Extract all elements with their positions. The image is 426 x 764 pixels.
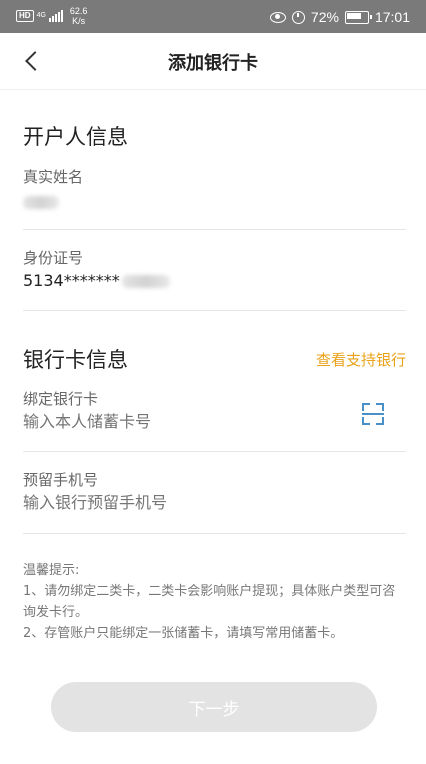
network-type: 4G — [36, 12, 46, 19]
bank-card-input[interactable] — [23, 412, 343, 431]
bank-section-title: 银行卡信息 — [23, 348, 128, 372]
id-number-text: 5134******* — [23, 271, 120, 290]
scan-card-icon[interactable] — [362, 403, 384, 425]
hd-icon: HD — [16, 10, 34, 22]
id-number-value: 5134******* — [23, 271, 170, 290]
divider — [23, 451, 406, 452]
eye-icon — [269, 11, 286, 23]
signal-icon — [48, 10, 63, 22]
view-supported-banks-link[interactable]: 查看支持银行 — [316, 349, 406, 370]
battery-icon — [344, 10, 372, 24]
bank-card-label: 绑定银行卡 — [23, 390, 99, 408]
id-number-label: 身份证号 — [23, 249, 84, 267]
reserved-phone-input[interactable] — [23, 493, 343, 512]
net-speed-value: 62.6 — [69, 6, 88, 16]
divider — [23, 533, 406, 534]
alarm-icon — [291, 10, 305, 24]
tips-title: 温馨提示: — [23, 563, 80, 578]
masked-id — [121, 275, 170, 288]
status-bar: HD 4G 62.6 K/s 72% 17:01 — [0, 0, 426, 33]
battery-percent: 72% — [310, 9, 339, 25]
net-speed-unit: K/s — [72, 16, 86, 26]
divider — [23, 310, 406, 311]
reserved-phone-label: 预留手机号 — [23, 471, 99, 489]
tips-line-2: 2、存管账户只能绑定一张储蓄卡，请填写常用储蓄卡。 — [23, 626, 344, 641]
page-title: 添加银行卡 — [168, 53, 258, 74]
status-left: HD 4G 62.6 K/s — [16, 6, 87, 26]
net-speed: 62.6 K/s — [70, 6, 88, 26]
status-right: 72% 17:01 — [269, 9, 410, 25]
tips-block: 温馨提示: 1、请勿绑定二类卡，二类卡会影响账户提现；具体账户类型可咨询发卡行。… — [23, 560, 408, 644]
tips-line-1: 1、请勿绑定二类卡，二类卡会影响账户提现；具体账户类型可咨询发卡行。 — [23, 584, 396, 620]
account-section-title: 开户人信息 — [23, 125, 128, 149]
next-step-button[interactable]: 下一步 — [51, 682, 377, 732]
nav-bar: 添加银行卡 — [0, 33, 426, 90]
real-name-value — [23, 192, 59, 211]
divider — [23, 229, 406, 230]
real-name-label: 真实姓名 — [23, 168, 84, 186]
masked-name — [23, 196, 59, 209]
clock: 17:01 — [374, 9, 410, 25]
